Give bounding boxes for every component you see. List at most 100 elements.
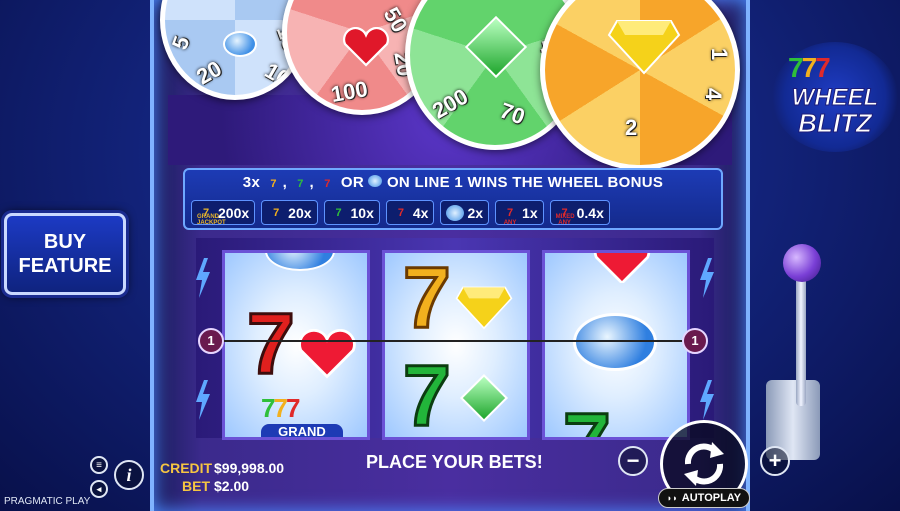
bet-label: BET — [182, 478, 210, 494]
red-seven-icon: 7 — [324, 178, 331, 190]
buy-feature-line1: BUY — [43, 231, 87, 253]
item-label: GRAND JACKPOT — [197, 213, 226, 226]
menu-icon: ≡ — [96, 459, 102, 471]
autoplay-label: AUTOPLAY — [681, 492, 742, 504]
paytable-title: 3x 7, 7, 7 OR ON LINE 1 WINS THE WHEEL B… — [185, 174, 721, 192]
wheel-number: 100 — [329, 76, 370, 108]
info-icon: i — [126, 464, 132, 485]
logo-seven: 7 — [788, 52, 804, 83]
sound-button[interactable]: ◂ — [90, 480, 108, 498]
reel-1: 7 777 GRAND — [222, 250, 370, 440]
item-label: MIXED ANY — [555, 213, 575, 226]
red-seven-symbol: 7 — [246, 296, 297, 392]
payline-marker-right: 1 — [682, 328, 708, 354]
lever-knob[interactable] — [783, 244, 821, 282]
spin-arrows-icon — [684, 442, 724, 486]
game-logo: 777 WHEEL BLITZ — [772, 42, 898, 152]
blue-gem-icon — [446, 204, 465, 221]
gold-diamond-icon — [607, 20, 681, 75]
wheel-number: 200 — [427, 83, 473, 124]
paytable-prefix: 3x — [242, 174, 261, 191]
lightning-bolt-icon — [196, 380, 210, 420]
gold-seven-icon: 7 — [273, 206, 280, 219]
increase-bet-button[interactable]: + — [760, 446, 790, 476]
minus-icon: − — [626, 448, 640, 473]
item-value: 200x — [218, 204, 250, 221]
reel-3: 7 — [542, 250, 690, 440]
jackpot-label: GRAND — [261, 424, 343, 437]
paytable-item: 7 ANY 1x — [495, 200, 544, 226]
paytable-comma: , — [282, 174, 288, 191]
wheel-number: 4 — [701, 87, 727, 101]
decrease-bet-button[interactable]: − — [618, 446, 648, 476]
lever-rod[interactable] — [796, 276, 806, 406]
paytable-item: 7 MIXED ANY 0.4x — [549, 200, 610, 226]
paytable-item: 7 10x — [323, 200, 380, 225]
wheel-number: 2 — [625, 115, 638, 140]
item-label: ANY — [503, 219, 517, 226]
jackpot-sevens: 777 — [261, 393, 300, 423]
wheel-number: 1 — [707, 47, 733, 61]
blue-gem-icon — [368, 175, 383, 187]
paytable-row: 7 GRAND JACKPOT 200x 7 20x 7 10x 7 4x 2x … — [191, 200, 610, 226]
logo-sevens: 777 — [788, 52, 900, 84]
gold-seven-icon: 7 — [270, 178, 277, 190]
sound-icon: ◂ — [96, 483, 102, 494]
green-gem-icon — [459, 373, 509, 423]
wheel-number: 70 — [496, 97, 529, 130]
item-value: 2x — [467, 204, 484, 221]
logo-seven: 7 — [801, 52, 818, 83]
lightning-bolt-icon — [700, 258, 714, 298]
payline-1 — [208, 340, 694, 342]
payline-marker-left: 1 — [198, 328, 224, 354]
item-value: 0.4x — [576, 204, 604, 221]
wheel-number: 5 — [166, 32, 195, 53]
green-seven-icon: 7 — [297, 178, 304, 190]
autoplay-button[interactable]: ◗◗ AUTOPLAY — [658, 488, 750, 508]
paytable-suffix: ON LINE 1 WINS THE WHEEL BONUS — [386, 174, 664, 191]
item-value: 10x — [350, 204, 374, 221]
gold-diamond-icon — [455, 286, 513, 330]
wheel-number: 20 — [192, 55, 226, 90]
red-heart-icon — [593, 253, 651, 283]
credit-label: CREDIT — [160, 460, 213, 476]
gold-seven-symbol: 7 — [402, 250, 453, 346]
mixed-any-icon: 7 MIXED ANY — [555, 206, 575, 226]
green-seven-symbol: 7 — [562, 400, 613, 438]
provider-label: PRAGMATIC PLAY — [4, 496, 91, 507]
buy-feature-line2: FEATURE — [18, 255, 112, 277]
lightning-bolt-icon — [196, 258, 210, 298]
lightning-bolt-icon — [700, 380, 714, 420]
bet-value: $2.00 — [214, 478, 250, 494]
any-seven-icon: 7 ANY — [501, 205, 519, 226]
grand-jackpot-symbol: 777 GRAND — [261, 393, 343, 437]
wheel-bonus-paytable: 3x 7, 7, 7 OR ON LINE 1 WINS THE WHEEL B… — [183, 168, 723, 230]
credit-value: $99,998.00 — [214, 460, 285, 476]
paytable-or: OR — [340, 174, 365, 191]
paytable-item: 7 4x — [385, 200, 435, 225]
green-seven-icon: 7 — [335, 206, 342, 219]
paytable-comma: , — [309, 174, 314, 191]
autoplay-icon: ◗◗ — [666, 493, 678, 503]
green-gem-icon — [464, 15, 528, 79]
paytable-item: 7 GRAND JACKPOT 200x — [191, 200, 256, 226]
info-button[interactable]: i — [114, 460, 144, 490]
place-bets-message: PLACE YOUR BETS! — [366, 452, 543, 472]
blue-gem-icon — [223, 31, 257, 57]
red-seven-icon: 7 — [397, 206, 404, 219]
buy-feature-button[interactable]: BUY FEATURE — [4, 213, 126, 295]
red-heart-icon — [298, 329, 356, 379]
item-value: 1x — [522, 204, 538, 221]
logo-title-blitz: BLITZ — [798, 108, 873, 139]
blue-gem-icon — [265, 253, 335, 271]
item-value: 20x — [288, 204, 312, 221]
logo-seven: 7 — [815, 52, 831, 83]
paytable-item: 7 20x — [261, 200, 318, 225]
menu-button[interactable]: ≡ — [90, 456, 108, 474]
grand-jackpot-icon: 7 GRAND JACKPOT — [197, 206, 226, 226]
reel-2: 7 7 — [382, 250, 530, 440]
green-seven-symbol: 7 — [402, 348, 453, 440]
red-heart-icon — [342, 27, 390, 67]
plus-icon: + — [768, 448, 782, 473]
paytable-item: 2x — [440, 200, 490, 225]
